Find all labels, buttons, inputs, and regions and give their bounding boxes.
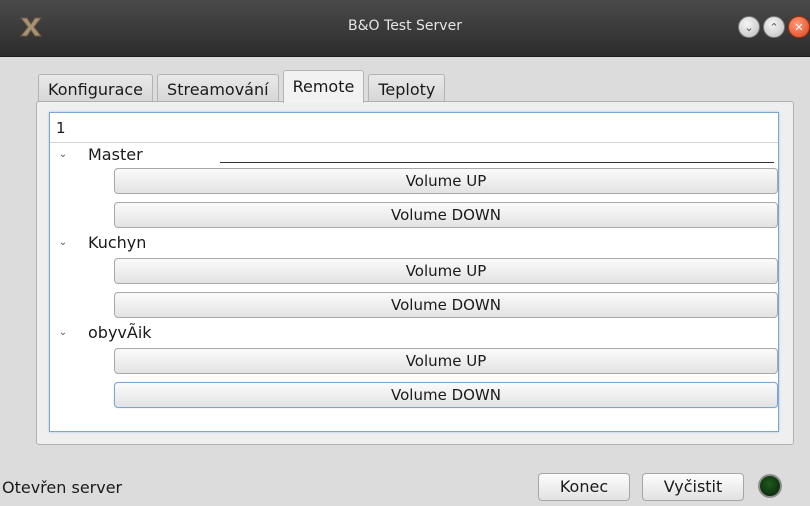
maximize-button[interactable]: ⌃ <box>763 16 785 38</box>
obyvak-volume-up-button[interactable]: Volume UP <box>114 348 778 374</box>
chevron-down-icon[interactable]: ⌄ <box>56 144 70 166</box>
group-label: obyvÃik <box>88 323 152 342</box>
close-button[interactable]: ✕ <box>788 16 810 38</box>
tab-bar: Konfigurace Streamování Remote Teploty <box>38 70 446 103</box>
remote-tree[interactable]: 1 ⌄ Master Volume UP Volume DOWN ⌄ Kuchy… <box>49 112 779 432</box>
tree-group-master[interactable]: ⌄ Master <box>56 144 143 166</box>
tree-group-obyvak[interactable]: ⌄ obyvÃik <box>56 322 152 344</box>
group-label: Kuchyn <box>88 233 147 252</box>
chevron-down-icon[interactable]: ⌄ <box>56 232 70 254</box>
divider <box>220 162 774 163</box>
connection-status-led-icon <box>758 474 782 498</box>
quit-button[interactable]: Konec <box>538 473 630 501</box>
close-icon: ✕ <box>794 20 804 34</box>
chevron-down-icon[interactable]: ⌄ <box>56 322 70 344</box>
master-volume-up-button[interactable]: Volume UP <box>114 168 778 194</box>
tab-streamovani[interactable]: Streamování <box>157 74 279 102</box>
obyvak-volume-down-button[interactable]: Volume DOWN <box>114 382 778 408</box>
kuchyn-volume-up-button[interactable]: Volume UP <box>114 258 778 284</box>
tab-teploty[interactable]: Teploty <box>368 74 446 102</box>
tab-konfigurace[interactable]: Konfigurace <box>38 74 154 102</box>
chevron-up-icon: ⌃ <box>769 20 779 34</box>
title-bar[interactable]: B&O Test Server ⌄ ⌃ ✕ <box>0 0 810 57</box>
tree-header: 1 <box>50 113 778 143</box>
chevron-down-icon: ⌄ <box>744 20 754 34</box>
group-label: Master <box>88 145 143 164</box>
minimize-button[interactable]: ⌄ <box>738 16 760 38</box>
window-controls: ⌄ ⌃ ✕ <box>738 16 810 38</box>
tab-remote[interactable]: Remote <box>282 70 365 103</box>
status-text: Otevřen server <box>2 478 123 497</box>
tree-group-kuchyn[interactable]: ⌄ Kuchyn <box>56 232 147 254</box>
kuchyn-volume-down-button[interactable]: Volume DOWN <box>114 292 778 318</box>
master-volume-down-button[interactable]: Volume DOWN <box>114 202 778 228</box>
window-title: B&O Test Server <box>348 18 462 34</box>
clear-button[interactable]: Vyčistit <box>642 473 744 501</box>
